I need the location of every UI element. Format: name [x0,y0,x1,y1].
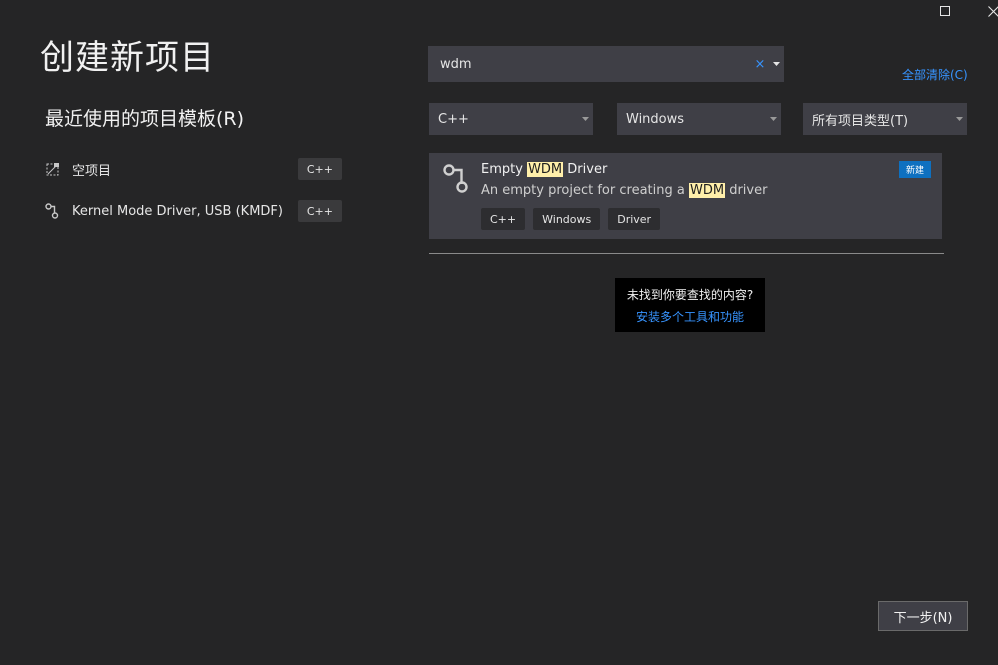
chevron-down-icon [951,117,967,121]
recent-item-kmdf-driver[interactable]: Kernel Mode Driver, USB (KMDF) C++ [44,198,342,224]
maximize-icon [940,6,950,16]
empty-project-icon [44,161,60,177]
platform-filter[interactable]: Windows [617,103,781,135]
chevron-down-icon[interactable] [769,62,783,66]
clear-all-link[interactable]: 全部清除(C) [902,66,968,83]
search-highlight: WDM [688,183,726,198]
language-filter[interactable]: C++ [429,103,593,135]
recent-item-label: Kernel Mode Driver, USB (KMDF) [72,203,283,219]
platform-tag: Windows [533,208,601,230]
project-type-tag: Driver [608,208,661,230]
recent-item-empty-project[interactable]: 空项目 C++ [44,156,342,182]
language-tag: C++ [297,200,342,222]
new-badge: 新建 [898,161,931,178]
recent-templates-heading: 最近使用的项目模板(R) [45,108,245,130]
chevron-down-icon [765,117,781,121]
close-button[interactable] [979,0,998,22]
platform-filter-value: Windows [626,111,685,127]
template-result-empty-wdm-driver[interactable]: Empty WDM Driver An empty project for cr… [429,153,942,239]
chevron-down-icon [577,117,593,121]
close-icon [987,5,998,17]
not-found-panel: 未找到你要查找的内容? 安装多个工具和功能 [615,278,765,332]
next-button[interactable]: 下一步(N) [878,601,968,631]
driver-icon [442,163,472,197]
maximize-button[interactable] [931,0,959,22]
template-search-box[interactable]: × [428,46,784,82]
page-title: 创建新项目 [40,38,215,78]
language-tag: C++ [297,158,342,180]
not-found-question: 未找到你要查找的内容? [626,287,754,302]
results-divider [429,253,944,254]
language-filter-value: C++ [438,111,469,127]
language-tag: C++ [481,208,526,230]
clear-search-icon[interactable]: × [751,57,769,72]
template-description: An empty project for creating a WDM driv… [481,183,768,198]
recent-item-label: 空项目 [72,163,112,179]
template-tags: C++ Windows Driver [481,208,661,230]
install-tools-link[interactable]: 安装多个工具和功能 [636,308,744,325]
driver-icon [44,203,60,219]
search-input[interactable] [429,46,751,82]
search-highlight: WDM [527,162,564,177]
project-type-filter[interactable]: 所有项目类型(T) [803,103,967,135]
template-name: Empty WDM Driver [481,162,608,177]
project-type-filter-value: 所有项目类型(T) [812,113,909,129]
